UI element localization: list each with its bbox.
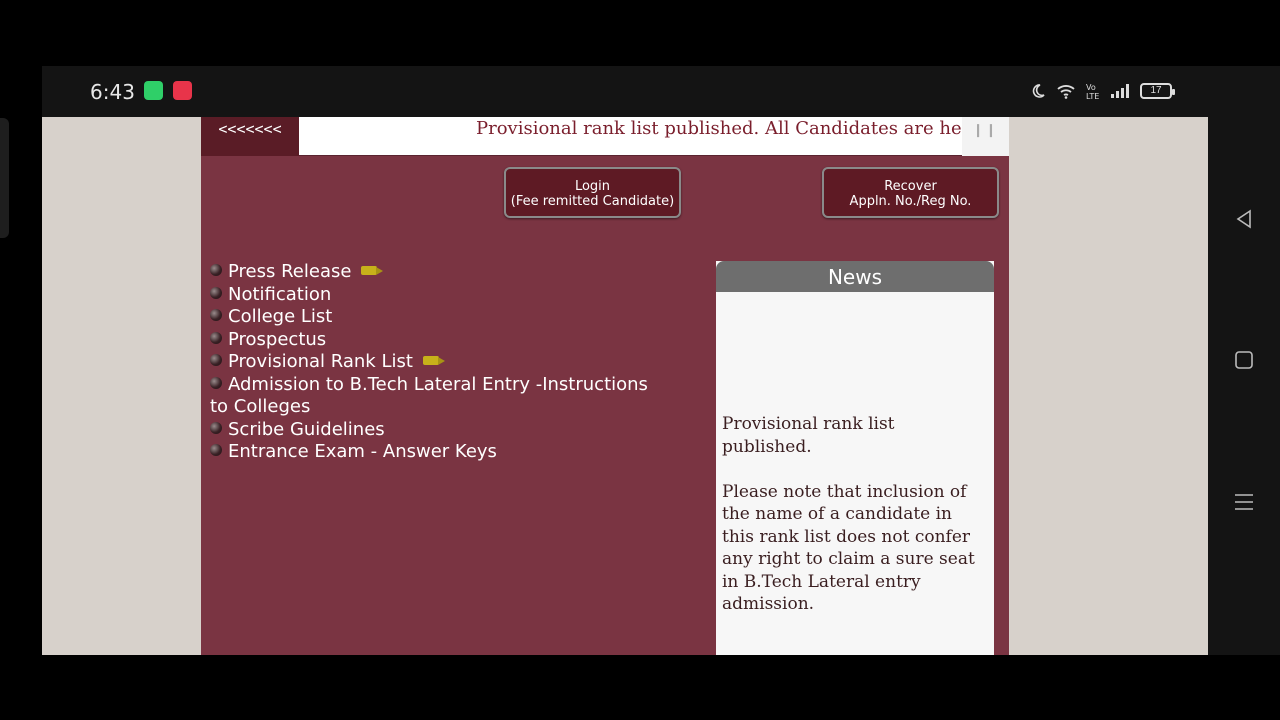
- login-button[interactable]: Login (Fee remitted Candidate): [504, 167, 681, 218]
- new-pointer-icon: [361, 266, 384, 275]
- site-container: <<<<<<< Provisional rank list published.…: [201, 117, 1009, 655]
- link-provisional-rank-list[interactable]: Provisional Rank List: [210, 351, 670, 374]
- bullet-icon: [210, 309, 222, 321]
- status-icons: Vo LTE 17: [1030, 80, 1175, 102]
- marquee-back-button[interactable]: <<<<<<<: [201, 117, 299, 156]
- link-label: Scribe Guidelines: [228, 418, 385, 440]
- signal-icon: [1111, 84, 1129, 98]
- login-sublabel: (Fee remitted Candidate): [510, 194, 675, 209]
- link-label: Admission to B.Tech Lateral Entry -Instr…: [210, 373, 648, 418]
- news-item: Please note that inclusion of the name o…: [722, 481, 975, 615]
- recover-label: Recover: [884, 179, 937, 194]
- link-notification[interactable]: Notification: [210, 284, 670, 307]
- news-content: Provisional rank list published. Please …: [722, 413, 988, 638]
- marquee-text[interactable]: Provisional rank list published. All Can…: [476, 117, 962, 156]
- svg-text:Vo: Vo: [1086, 83, 1096, 92]
- marquee-bar: <<<<<<< Provisional rank list published.…: [201, 117, 1009, 156]
- new-pointer-icon: [422, 356, 445, 365]
- link-label: Entrance Exam - Answer Keys: [228, 441, 497, 462]
- link-answer-keys[interactable]: Entrance Exam - Answer Keys: [210, 441, 670, 464]
- news-item: Provisional rank list published.: [722, 414, 895, 457]
- link-label: Press Release: [228, 261, 352, 282]
- bullet-icon: [210, 376, 222, 389]
- edge-panel-handle[interactable]: [0, 118, 9, 238]
- link-label: Notification: [228, 283, 332, 305]
- back-icon[interactable]: [1232, 207, 1256, 231]
- news-title: News: [716, 261, 994, 292]
- recover-sublabel: Appln. No./Reg No.: [849, 194, 972, 209]
- bullet-icon: [210, 354, 222, 366]
- wifi-icon: [1057, 85, 1075, 99]
- bullet-icon: [210, 286, 222, 299]
- recover-button[interactable]: Recover Appln. No./Reg No.: [822, 167, 999, 218]
- moon-icon: [1032, 84, 1045, 98]
- link-list: Press Release Notification College List …: [210, 261, 670, 464]
- bullet-icon: [210, 331, 222, 344]
- news-panel: News Provisional rank list published. Pl…: [716, 261, 994, 655]
- link-label: Prospectus: [228, 328, 327, 350]
- volte-icon: VoLTE: [1086, 83, 1099, 100]
- marquee-pause-button[interactable]: ❙❙: [962, 117, 1009, 156]
- link-label: Provisional Rank List: [228, 351, 413, 372]
- navigation-bar: [1208, 66, 1280, 655]
- link-btech-lateral-instructions[interactable]: Admission to B.Tech Lateral Entry -Instr…: [210, 374, 670, 419]
- link-scribe-guidelines[interactable]: Scribe Guidelines: [210, 419, 670, 442]
- battery-icon: 17: [1140, 83, 1175, 99]
- home-icon[interactable]: [1232, 348, 1256, 372]
- link-press-release[interactable]: Press Release: [210, 261, 670, 284]
- svg-text:LTE: LTE: [1086, 92, 1099, 100]
- screen-record-icon: [173, 81, 192, 100]
- browser-viewport: <<<<<<< Provisional rank list published.…: [42, 117, 1208, 655]
- bullet-icon: [210, 421, 222, 434]
- link-label: College List: [228, 306, 333, 327]
- link-prospectus[interactable]: Prospectus: [210, 329, 670, 352]
- bullet-icon: [210, 444, 222, 456]
- status-time: 6:43: [90, 80, 135, 104]
- recents-icon[interactable]: [1232, 490, 1256, 514]
- bullet-icon: [210, 264, 222, 276]
- link-college-list[interactable]: College List: [210, 306, 670, 329]
- notification-app-icon: [144, 81, 163, 100]
- login-label: Login: [574, 179, 611, 194]
- status-bar: 6:43 Vo LTE 17: [42, 66, 1208, 117]
